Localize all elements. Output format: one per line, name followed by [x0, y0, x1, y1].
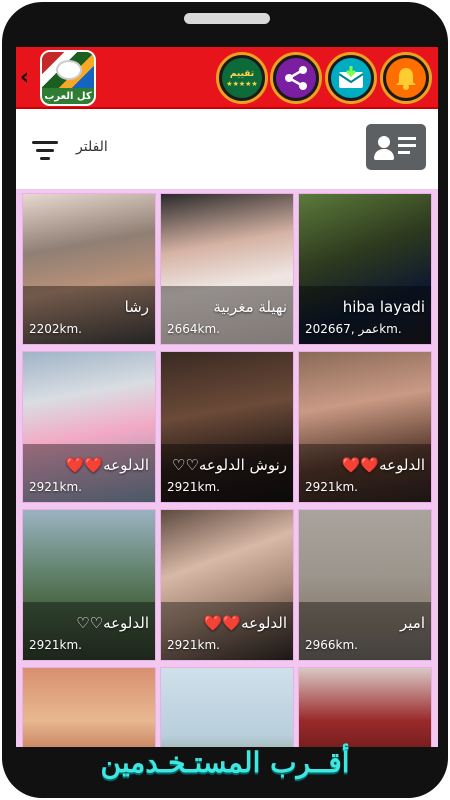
user-card[interactable]: [160, 667, 294, 747]
app-screen: ‹ كل العرب تقييم ★★★★★ الفلتر hiba layad…: [16, 47, 438, 747]
user-distance: 20عمر ,2667km.: [305, 322, 402, 336]
app-logo-text: كل العرب: [44, 91, 92, 102]
user-name: hiba layadi: [342, 298, 425, 316]
chevron-left-icon[interactable]: ‹: [20, 65, 38, 91]
card-line: [398, 151, 410, 154]
card-line: [398, 137, 416, 140]
user-card[interactable]: hiba layadi 20عمر ,2667km.: [298, 193, 432, 345]
user-name: نهيلة مغربية: [213, 298, 287, 316]
user-name: امير: [399, 614, 425, 632]
rate-badge: تقييم ★★★★★: [222, 58, 262, 98]
user-card[interactable]: الدلوعه❤️❤️ 2921km.: [22, 351, 156, 503]
user-name: رنوش الدلوعه♡♡: [171, 456, 287, 474]
user-name: الدلوعه♡♡: [76, 614, 149, 632]
chat-bubble-icon: [56, 60, 82, 80]
rate-button[interactable]: تقييم ★★★★★: [216, 52, 268, 104]
user-card[interactable]: الدلوعه♡♡ 2921km.: [22, 509, 156, 661]
user-distance: 2921km.: [305, 480, 358, 494]
user-distance: 2921km.: [167, 480, 220, 494]
user-distance: 2921km.: [29, 480, 82, 494]
share-button[interactable]: [270, 52, 322, 104]
card-line: [398, 144, 416, 147]
share-icon: [276, 58, 316, 98]
user-photo: [161, 668, 293, 747]
sort-icon[interactable]: [32, 141, 58, 161]
user-card[interactable]: رنوش الدلوعه♡♡ 2921km.: [160, 351, 294, 503]
message-icon: [331, 58, 371, 98]
bell-button[interactable]: [380, 52, 432, 104]
user-name: الدلوعه❤️❤️: [203, 614, 287, 632]
user-name: رشا: [124, 298, 149, 316]
user-name: الدلوعه❤️❤️: [341, 456, 425, 474]
user-card[interactable]: امير 2966km.: [298, 509, 432, 661]
user-distance: 2966km.: [305, 638, 358, 652]
user-photo: [299, 668, 431, 747]
message-button[interactable]: [325, 52, 377, 104]
person-body: [374, 149, 394, 160]
user-card[interactable]: الدلوعه❤️❤️ 2921km.: [160, 509, 294, 661]
user-distance: 2921km.: [29, 638, 82, 652]
bell-icon: [386, 58, 426, 98]
top-bar: ‹ كل العرب تقييم ★★★★★: [16, 47, 438, 109]
user-distance: 2921km.: [167, 638, 220, 652]
user-name: الدلوعه❤️❤️: [65, 456, 149, 474]
footer-title: أقــرب المستـخـدمين: [100, 746, 350, 779]
user-photo: [23, 668, 155, 747]
app-logo: كل العرب: [40, 50, 96, 106]
user-card[interactable]: رشا 2202km.: [22, 193, 156, 345]
user-card[interactable]: [298, 667, 432, 747]
user-card[interactable]: [22, 667, 156, 747]
person-head: [378, 136, 390, 148]
user-distance: 2202km.: [29, 322, 82, 336]
rate-label: تقييم: [229, 68, 255, 79]
user-card[interactable]: الدلوعه❤️❤️ 2921km.: [298, 351, 432, 503]
stars-icon: ★★★★★: [226, 79, 258, 88]
user-card[interactable]: نهيلة مغربية 2664km.: [160, 193, 294, 345]
phone-frame: ‹ كل العرب تقييم ★★★★★ الفلتر hiba layad…: [2, 2, 448, 798]
filter-button[interactable]: الفلتر: [76, 139, 108, 155]
users-grid: hiba layadi 20عمر ,2667km. نهيلة مغربية …: [16, 189, 438, 747]
filter-row: الفلتر: [16, 113, 438, 189]
user-distance: 2664km.: [167, 322, 220, 336]
contact-card-icon[interactable]: [366, 124, 426, 170]
speaker-slot: [184, 13, 270, 24]
